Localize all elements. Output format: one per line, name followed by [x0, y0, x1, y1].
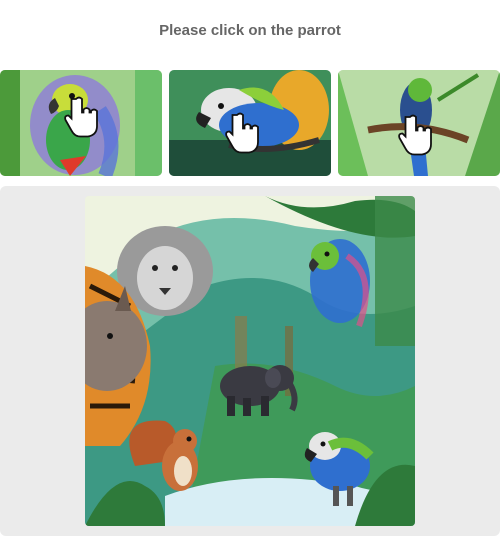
hand-pointer-icon — [398, 114, 432, 156]
challenge-image[interactable] — [85, 196, 415, 526]
hand-pointer-icon — [225, 112, 259, 154]
example-thumbnail-3 — [338, 70, 500, 176]
example-thumbnail-2 — [169, 70, 331, 176]
example-thumbnails — [0, 70, 500, 176]
example-thumbnail-1 — [0, 70, 162, 176]
captcha-prompt: Please click on the parrot — [159, 22, 341, 39]
hand-pointer-icon — [64, 96, 98, 138]
